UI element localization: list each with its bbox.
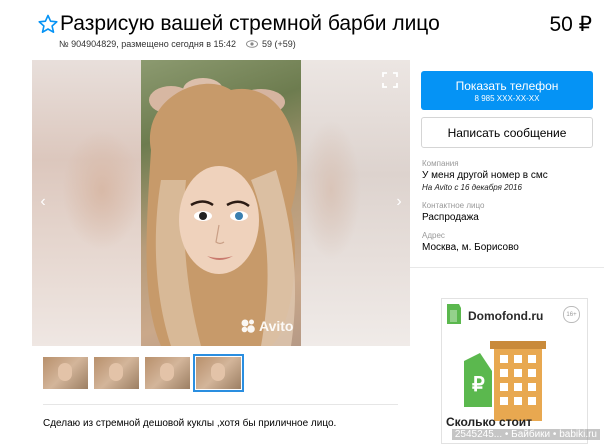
listing-id-date: № 904904829, размещено сегодня в 15:42 (59, 39, 237, 49)
avito-watermark: Avito (240, 318, 293, 334)
company-since: На Avito с 16 декабря 2016 (422, 183, 522, 192)
domofond-ad[interactable]: Domofond.ru 16+ ₽ Сколько стоит (441, 298, 588, 444)
avito-logo-icon (241, 319, 255, 333)
main-photo[interactable] (141, 60, 301, 346)
doll-head-illustration (146, 78, 298, 346)
contact-label: Контактное лицо (422, 201, 485, 210)
thumbnail-3[interactable] (145, 357, 190, 389)
svg-text:₽: ₽ (472, 374, 485, 396)
eye-icon (246, 40, 258, 48)
next-photo-arrow[interactable]: › (392, 192, 406, 212)
thumbnail-strip (43, 354, 244, 392)
fullscreen-icon[interactable] (382, 72, 398, 88)
building-icon: ₽ (464, 341, 546, 421)
ad-brand: Domofond.ru (468, 309, 544, 323)
favorite-star-icon[interactable] (38, 14, 58, 34)
address-label: Адрес (422, 231, 445, 240)
divider (43, 404, 398, 405)
ad-tagline: Сколько стоит (446, 415, 533, 429)
ad-separator (410, 267, 604, 268)
show-phone-button[interactable]: Показать телефон 8 985 XXX-XX-XX (421, 71, 593, 110)
address-value: Москва, м. Борисово (422, 242, 519, 253)
site-watermark: 2545245... • Байбики • babiki.ru (451, 429, 600, 440)
price: 50 ₽ (549, 13, 592, 36)
company-label: Компания (422, 159, 459, 168)
contact-value: Распродажа (422, 212, 479, 223)
listing-meta: № 904904829, размещено сегодня в 15:42 5… (59, 39, 296, 49)
photo-gallery[interactable]: ‹ › Avito (32, 60, 410, 346)
company-value[interactable]: У меня другой номер в смс (422, 170, 548, 181)
thumbnail-1[interactable] (43, 357, 88, 389)
thumbnail-2[interactable] (94, 357, 139, 389)
write-message-button[interactable]: Написать сообщение (421, 117, 593, 148)
age-rating-badge: 16+ (563, 306, 580, 323)
prev-photo-arrow[interactable]: ‹ (36, 192, 50, 212)
thumbnail-4[interactable] (193, 354, 244, 392)
page-title: Разрисую вашей стремной барби лицо (60, 12, 440, 35)
view-count: 59 (+59) (262, 39, 296, 49)
listing-description: Сделаю из стремной дешовой куклы ,хотя б… (43, 418, 337, 429)
domofond-logo-icon (447, 304, 461, 324)
phone-number-masked: 8 985 XXX-XX-XX (474, 93, 540, 103)
